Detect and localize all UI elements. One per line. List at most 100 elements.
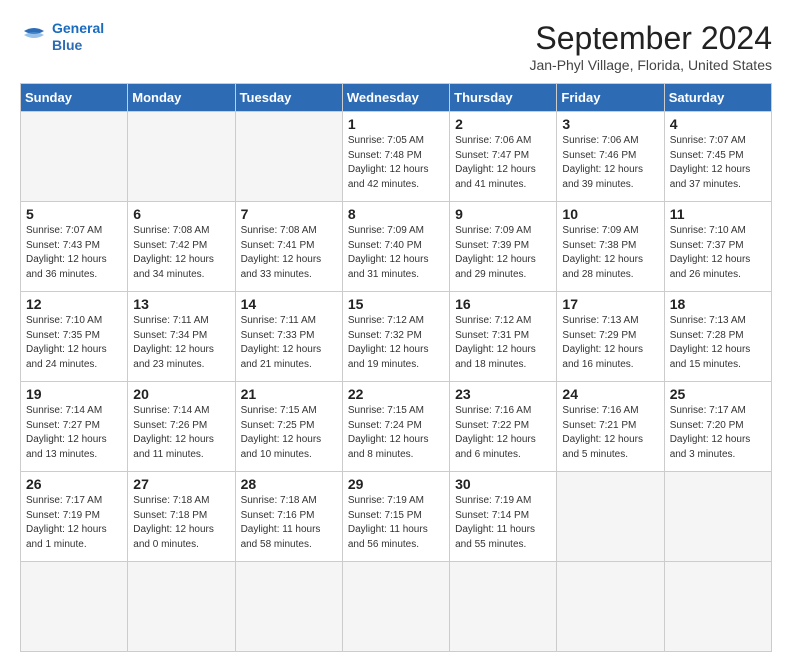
calendar-row: 19 Sunrise: 7:14 AM Sunset: 7:27 PM Dayli… bbox=[21, 382, 772, 472]
calendar-cell: 29 Sunrise: 7:19 AM Sunset: 7:15 PM Dayli… bbox=[342, 472, 449, 562]
day-number: 7 bbox=[241, 206, 337, 222]
weekday-header: Saturday bbox=[664, 84, 771, 112]
day-info: Sunrise: 7:06 AM Sunset: 7:47 PM Dayligh… bbox=[455, 134, 551, 192]
calendar-row bbox=[21, 562, 772, 652]
day-info: Sunrise: 7:13 AM Sunset: 7:28 PM Dayligh… bbox=[670, 314, 766, 372]
logo: General Blue bbox=[20, 20, 104, 54]
day-number: 27 bbox=[133, 476, 229, 492]
calendar-cell: 17 Sunrise: 7:13 AM Sunset: 7:29 PM Dayli… bbox=[557, 292, 664, 382]
day-number: 5 bbox=[26, 206, 122, 222]
calendar-cell: 18 Sunrise: 7:13 AM Sunset: 7:28 PM Dayli… bbox=[664, 292, 771, 382]
day-number: 17 bbox=[562, 296, 658, 312]
calendar-cell: 24 Sunrise: 7:16 AM Sunset: 7:21 PM Dayli… bbox=[557, 382, 664, 472]
calendar-cell: 14Sunrise: 7:11 AM Sunset: 7:33 PM Dayli… bbox=[235, 292, 342, 382]
calendar-cell bbox=[664, 562, 771, 652]
day-info: Sunrise: 7:16 AM Sunset: 7:22 PM Dayligh… bbox=[455, 404, 551, 462]
day-info: Sunrise: 7:10 AM Sunset: 7:37 PM Dayligh… bbox=[670, 224, 766, 282]
day-info: Sunrise: 7:19 AM Sunset: 7:14 PM Dayligh… bbox=[455, 494, 551, 552]
day-info: Sunrise: 7:09 AM Sunset: 7:38 PM Dayligh… bbox=[562, 224, 658, 282]
day-number: 1 bbox=[348, 116, 444, 132]
day-number: 25 bbox=[670, 386, 766, 402]
day-info: Sunrise: 7:09 AM Sunset: 7:40 PM Dayligh… bbox=[348, 224, 444, 282]
calendar-cell: 8 Sunrise: 7:09 AM Sunset: 7:40 PM Daylig… bbox=[342, 202, 449, 292]
day-number: 22 bbox=[348, 386, 444, 402]
day-info: Sunrise: 7:19 AM Sunset: 7:15 PM Dayligh… bbox=[348, 494, 444, 552]
day-number: 29 bbox=[348, 476, 444, 492]
calendar-cell: 15Sunrise: 7:12 AM Sunset: 7:32 PM Dayli… bbox=[342, 292, 449, 382]
day-number: 2 bbox=[455, 116, 551, 132]
calendar-cell: 10 Sunrise: 7:09 AM Sunset: 7:38 PM Dayli… bbox=[557, 202, 664, 292]
month-title: September 2024 bbox=[529, 20, 772, 57]
day-info: Sunrise: 7:10 AM Sunset: 7:35 PM Dayligh… bbox=[26, 314, 122, 372]
day-number: 24 bbox=[562, 386, 658, 402]
calendar-body: 1Sunrise: 7:05 AM Sunset: 7:48 PM Daylig… bbox=[21, 112, 772, 652]
day-number: 23 bbox=[455, 386, 551, 402]
calendar-cell bbox=[450, 562, 557, 652]
day-number: 16 bbox=[455, 296, 551, 312]
day-info: Sunrise: 7:07 AM Sunset: 7:43 PM Dayligh… bbox=[26, 224, 122, 282]
day-info: Sunrise: 7:13 AM Sunset: 7:29 PM Dayligh… bbox=[562, 314, 658, 372]
calendar-header-row: SundayMondayTuesdayWednesdayThursdayFrid… bbox=[21, 84, 772, 112]
calendar-cell bbox=[21, 112, 128, 202]
weekday-header: Wednesday bbox=[342, 84, 449, 112]
day-number: 4 bbox=[670, 116, 766, 132]
calendar-cell: 7Sunrise: 7:08 AM Sunset: 7:41 PM Daylig… bbox=[235, 202, 342, 292]
day-info: Sunrise: 7:06 AM Sunset: 7:46 PM Dayligh… bbox=[562, 134, 658, 192]
calendar-cell: 16 Sunrise: 7:12 AM Sunset: 7:31 PM Dayli… bbox=[450, 292, 557, 382]
calendar-row: 26 Sunrise: 7:17 AM Sunset: 7:19 PM Dayli… bbox=[21, 472, 772, 562]
day-info: Sunrise: 7:17 AM Sunset: 7:19 PM Dayligh… bbox=[26, 494, 122, 552]
calendar-cell: 19 Sunrise: 7:14 AM Sunset: 7:27 PM Dayli… bbox=[21, 382, 128, 472]
calendar-cell bbox=[557, 562, 664, 652]
page-header: General Blue September 2024 Jan-Phyl Vil… bbox=[20, 20, 772, 73]
calendar-cell: 5 Sunrise: 7:07 AM Sunset: 7:43 PM Daylig… bbox=[21, 202, 128, 292]
calendar-cell: 22 Sunrise: 7:15 AM Sunset: 7:24 PM Dayli… bbox=[342, 382, 449, 472]
location: Jan-Phyl Village, Florida, United States bbox=[529, 57, 772, 73]
calendar-cell: 6 Sunrise: 7:08 AM Sunset: 7:42 PM Daylig… bbox=[128, 202, 235, 292]
calendar-cell bbox=[128, 562, 235, 652]
day-info: Sunrise: 7:12 AM Sunset: 7:32 PM Dayligh… bbox=[348, 314, 444, 372]
day-number: 8 bbox=[348, 206, 444, 222]
day-info: Sunrise: 7:18 AM Sunset: 7:18 PM Dayligh… bbox=[133, 494, 229, 552]
calendar-cell: 25Sunrise: 7:17 AM Sunset: 7:20 PM Dayli… bbox=[664, 382, 771, 472]
calendar-row: 12 Sunrise: 7:10 AM Sunset: 7:35 PM Dayli… bbox=[21, 292, 772, 382]
logo-line1: General bbox=[52, 20, 104, 36]
day-info: Sunrise: 7:18 AM Sunset: 7:16 PM Dayligh… bbox=[241, 494, 337, 552]
day-info: Sunrise: 7:14 AM Sunset: 7:27 PM Dayligh… bbox=[26, 404, 122, 462]
logo-icon bbox=[20, 23, 48, 51]
calendar-cell: 11Sunrise: 7:10 AM Sunset: 7:37 PM Dayli… bbox=[664, 202, 771, 292]
day-number: 10 bbox=[562, 206, 658, 222]
weekday-header: Sunday bbox=[21, 84, 128, 112]
day-info: Sunrise: 7:08 AM Sunset: 7:42 PM Dayligh… bbox=[133, 224, 229, 282]
weekday-header: Monday bbox=[128, 84, 235, 112]
calendar-cell: 1Sunrise: 7:05 AM Sunset: 7:48 PM Daylig… bbox=[342, 112, 449, 202]
calendar-cell bbox=[557, 472, 664, 562]
day-number: 13 bbox=[133, 296, 229, 312]
day-info: Sunrise: 7:11 AM Sunset: 7:34 PM Dayligh… bbox=[133, 314, 229, 372]
calendar-cell bbox=[21, 562, 128, 652]
weekday-header: Friday bbox=[557, 84, 664, 112]
calendar-table: SundayMondayTuesdayWednesdayThursdayFrid… bbox=[20, 83, 772, 652]
day-info: Sunrise: 7:14 AM Sunset: 7:26 PM Dayligh… bbox=[133, 404, 229, 462]
calendar-cell bbox=[342, 562, 449, 652]
day-number: 30 bbox=[455, 476, 551, 492]
day-number: 12 bbox=[26, 296, 122, 312]
logo-line2: Blue bbox=[52, 37, 82, 53]
day-info: Sunrise: 7:07 AM Sunset: 7:45 PM Dayligh… bbox=[670, 134, 766, 192]
day-number: 6 bbox=[133, 206, 229, 222]
day-number: 26 bbox=[26, 476, 122, 492]
calendar-cell bbox=[128, 112, 235, 202]
weekday-header: Tuesday bbox=[235, 84, 342, 112]
day-number: 20 bbox=[133, 386, 229, 402]
calendar-cell: 27 Sunrise: 7:18 AM Sunset: 7:18 PM Dayli… bbox=[128, 472, 235, 562]
day-info: Sunrise: 7:12 AM Sunset: 7:31 PM Dayligh… bbox=[455, 314, 551, 372]
day-info: Sunrise: 7:15 AM Sunset: 7:24 PM Dayligh… bbox=[348, 404, 444, 462]
day-number: 18 bbox=[670, 296, 766, 312]
logo-text: General Blue bbox=[52, 20, 104, 54]
calendar-cell: 30 Sunrise: 7:19 AM Sunset: 7:14 PM Dayli… bbox=[450, 472, 557, 562]
calendar-cell bbox=[235, 112, 342, 202]
day-info: Sunrise: 7:16 AM Sunset: 7:21 PM Dayligh… bbox=[562, 404, 658, 462]
calendar-cell: 20 Sunrise: 7:14 AM Sunset: 7:26 PM Dayli… bbox=[128, 382, 235, 472]
day-number: 19 bbox=[26, 386, 122, 402]
calendar-cell: 3Sunrise: 7:06 AM Sunset: 7:46 PM Daylig… bbox=[557, 112, 664, 202]
calendar-cell: 13 Sunrise: 7:11 AM Sunset: 7:34 PM Dayli… bbox=[128, 292, 235, 382]
